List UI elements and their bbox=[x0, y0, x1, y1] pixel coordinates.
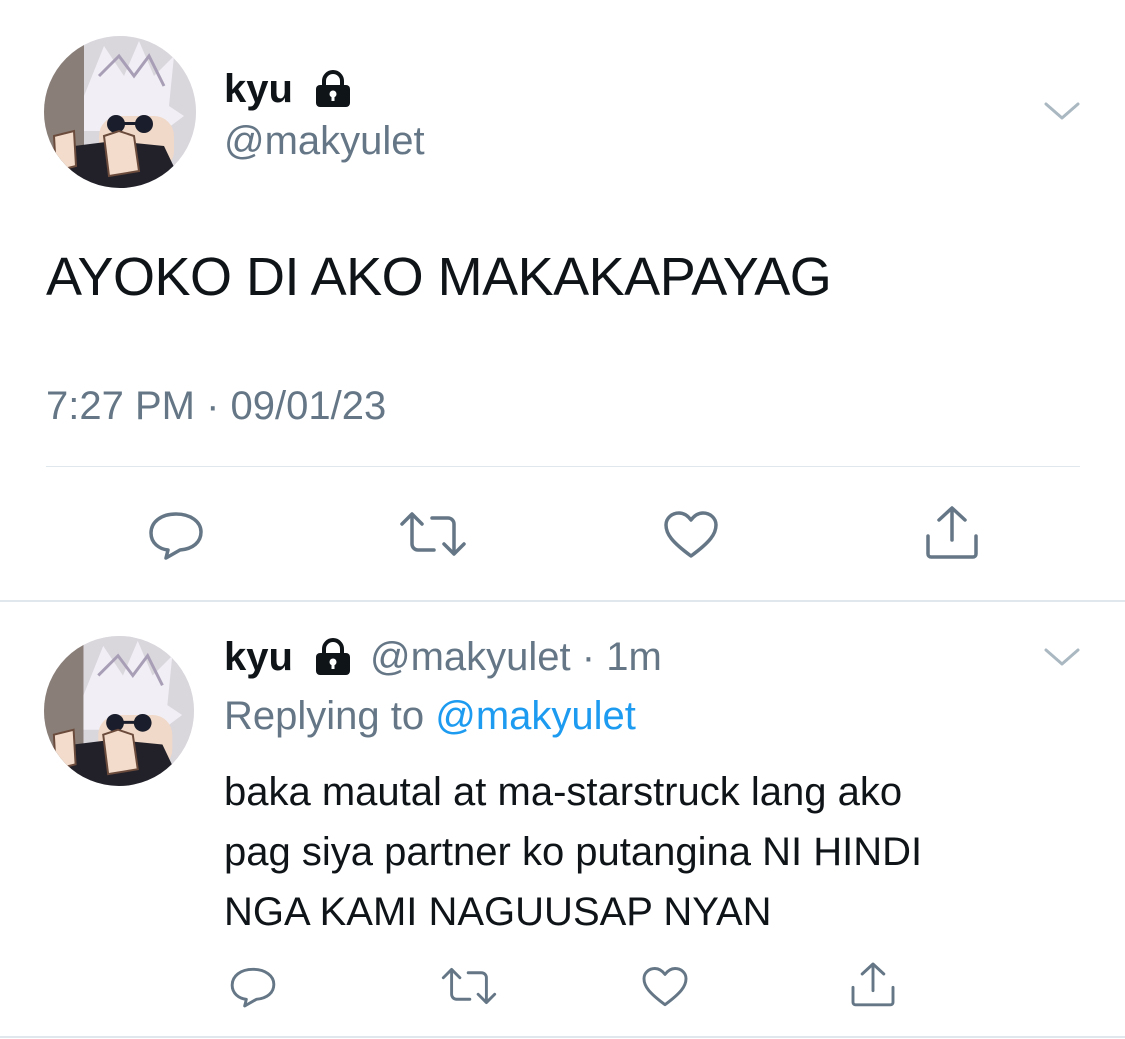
lock-icon bbox=[313, 70, 353, 108]
replying-handle-link[interactable]: @makyulet bbox=[435, 694, 636, 738]
reply-text-line: pag siya partner ko putangina NI HINDI bbox=[224, 830, 923, 874]
replying-label: Replying to bbox=[224, 694, 425, 738]
separator: · bbox=[581, 635, 596, 679]
reply-icon[interactable] bbox=[228, 964, 278, 1008]
share-icon[interactable] bbox=[848, 960, 898, 1008]
reply-text-line: baka mautal at ma-starstruck lang ako bbox=[224, 770, 903, 814]
tweet-separator bbox=[0, 600, 1125, 602]
handle[interactable]: @makyulet bbox=[224, 118, 425, 164]
reply-icon[interactable] bbox=[146, 508, 206, 560]
reply-text-line: NGA KAMI NAGUUSAP NYAN bbox=[224, 890, 772, 934]
avatar[interactable] bbox=[44, 36, 196, 188]
tweet-text: AYOKO DI AKO MAKAKAPAYAG bbox=[46, 247, 832, 307]
chevron-down-icon[interactable] bbox=[1043, 644, 1081, 670]
chevron-down-icon[interactable] bbox=[1043, 98, 1081, 124]
avatar[interactable] bbox=[44, 636, 194, 786]
timestamp[interactable]: 7:27 PM · 09/01/23 bbox=[46, 382, 386, 430]
retweet-icon[interactable] bbox=[398, 510, 468, 558]
like-icon[interactable] bbox=[662, 510, 720, 560]
like-icon[interactable] bbox=[640, 966, 690, 1008]
handle[interactable]: @makyulet · 1m bbox=[370, 634, 662, 680]
share-icon[interactable] bbox=[922, 504, 982, 560]
display-name[interactable]: kyu bbox=[224, 66, 293, 112]
time-ago[interactable]: 1m bbox=[606, 635, 662, 679]
divider bbox=[46, 466, 1080, 467]
replying-to: Replying to @makyulet bbox=[224, 692, 636, 740]
lock-icon bbox=[313, 638, 353, 676]
reply-text: baka mautal at ma-starstruck lang ako pa… bbox=[224, 762, 922, 942]
bottom-separator bbox=[0, 1036, 1125, 1038]
handle-text[interactable]: @makyulet bbox=[370, 635, 571, 679]
retweet-icon[interactable] bbox=[440, 966, 498, 1006]
display-name[interactable]: kyu bbox=[224, 634, 293, 680]
